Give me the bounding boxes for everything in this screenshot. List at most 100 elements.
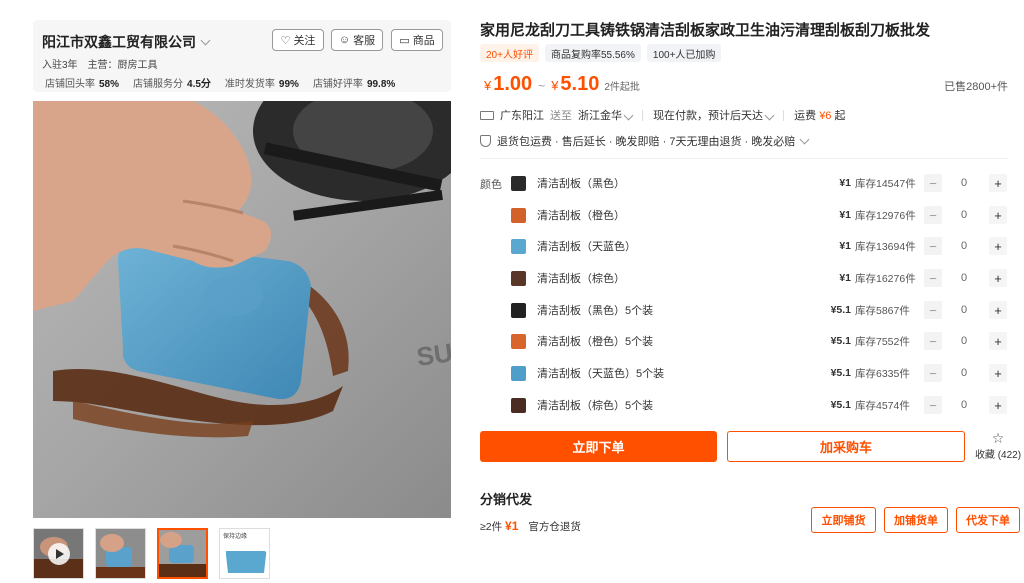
variant-swatch[interactable] bbox=[511, 207, 526, 223]
decrease-button[interactable]: − bbox=[924, 269, 942, 287]
variant-price: ¥1 bbox=[839, 272, 851, 284]
variant-swatch[interactable] bbox=[511, 175, 526, 191]
favorite-button[interactable]: ☆ 收藏 (422) bbox=[972, 431, 1024, 462]
thumbnail-2[interactable] bbox=[95, 528, 146, 579]
chat-icon: ☺ bbox=[338, 34, 351, 46]
ship-to-selector[interactable]: 浙江金华 bbox=[578, 107, 634, 123]
quantity-value[interactable]: 0 bbox=[957, 367, 971, 379]
stat-value: 99% bbox=[278, 79, 299, 90]
ship-to[interactable]: 浙江金华 bbox=[578, 110, 622, 122]
stat-positive-rate: 店铺好评率 99.8% bbox=[313, 75, 395, 90]
thumbnail-strip: 保持边缘 bbox=[33, 528, 270, 579]
quantity-value[interactable]: 0 bbox=[957, 177, 971, 189]
stat-label: 准时发货率 bbox=[224, 79, 275, 90]
variant-swatch[interactable] bbox=[511, 238, 526, 254]
list-now-button[interactable]: 立即铺货 bbox=[811, 507, 876, 533]
shop-name[interactable]: 阳江市双鑫工贸有限公司 bbox=[42, 32, 211, 52]
variant-name: 清洁刮板（天蓝色） bbox=[537, 241, 636, 253]
decrease-button[interactable]: − bbox=[924, 206, 942, 224]
thumbnail-4[interactable]: 保持边缘 bbox=[219, 528, 270, 579]
dist-min-qty: ≥2件 ¥1 bbox=[480, 519, 518, 534]
play-icon[interactable] bbox=[48, 543, 70, 565]
variant-name: 清洁刮板（黑色） bbox=[537, 178, 625, 190]
decrease-button[interactable]: − bbox=[924, 396, 942, 414]
add-to-cart-button[interactable]: 加采购车 bbox=[727, 431, 965, 462]
variant-price: ¥5.1 bbox=[830, 335, 851, 347]
stat-value: 99.8% bbox=[366, 79, 396, 90]
chevron-down-icon[interactable] bbox=[200, 35, 211, 45]
increase-button[interactable]: + bbox=[989, 301, 1007, 319]
variant-stock: 库存6335件 bbox=[855, 367, 910, 380]
products-button[interactable]: ▭ 商品 bbox=[391, 29, 443, 51]
stat-repurchase: 店铺回头率 58% bbox=[45, 75, 119, 90]
decrease-button[interactable]: − bbox=[924, 237, 942, 255]
ship-to-label: 送至 bbox=[550, 110, 572, 122]
divider bbox=[642, 109, 644, 121]
variant-price: ¥1 bbox=[839, 209, 851, 221]
quantity-value[interactable]: 0 bbox=[957, 399, 971, 411]
delivery-estimate[interactable]: 现在付款，预计后天达 bbox=[653, 107, 775, 123]
buy-now-button[interactable]: 立即下单 bbox=[480, 431, 717, 462]
follow-button[interactable]: ♡ 关注 bbox=[272, 29, 324, 51]
customer-service-button[interactable]: ☺ 客服 bbox=[331, 29, 383, 51]
quantity-value[interactable]: 0 bbox=[957, 335, 971, 347]
add-listing-button[interactable]: 加铺货单 bbox=[884, 507, 948, 533]
decrease-button[interactable]: − bbox=[924, 174, 942, 192]
quantity-value[interactable]: 0 bbox=[957, 304, 971, 316]
badge-repurchase: 商品复购率55.56% bbox=[544, 44, 641, 62]
price-min: 1.00 bbox=[493, 73, 533, 95]
increase-button[interactable]: + bbox=[989, 174, 1007, 192]
variant-row: 清洁刮板（橙色）5个装 ¥5.1 库存7552件 − 0 + bbox=[511, 329, 1009, 353]
increase-button[interactable]: + bbox=[989, 237, 1007, 255]
variant-price: ¥5.1 bbox=[830, 367, 851, 379]
divider bbox=[783, 109, 785, 121]
decrease-button[interactable]: − bbox=[924, 332, 942, 350]
variant-stock: 库存14547件 bbox=[855, 177, 916, 190]
variant-swatch[interactable] bbox=[511, 270, 526, 286]
guarantee-text[interactable]: 退货包运费 · 售后延长 · 晚发即赔 · 7天无理由退货 · 晚发必赔 bbox=[497, 133, 795, 149]
increase-button[interactable]: + bbox=[989, 269, 1007, 287]
thumbnail-3-active[interactable] bbox=[157, 528, 208, 579]
quantity-value[interactable]: 0 bbox=[957, 209, 971, 221]
favorite-count[interactable]: 收藏 (422) bbox=[972, 446, 1024, 461]
decrease-button[interactable]: − bbox=[924, 301, 942, 319]
increase-button[interactable]: + bbox=[989, 332, 1007, 350]
variant-name: 清洁刮板（黑色）5个装 bbox=[537, 305, 654, 317]
decrease-button[interactable]: − bbox=[924, 364, 942, 382]
variant-price: ¥1 bbox=[839, 240, 851, 252]
service-label: 客服 bbox=[353, 35, 376, 47]
guarantee-row[interactable]: 退货包运费 · 售后延长 · 晚发即赔 · 7天无理由退货 · 晚发必赔 bbox=[480, 133, 810, 149]
increase-button[interactable]: + bbox=[989, 206, 1007, 224]
min-order: 2件起批 bbox=[604, 82, 640, 93]
shop-meta: 入驻3年 主营：厨房工具 bbox=[42, 56, 158, 71]
increase-button[interactable]: + bbox=[989, 396, 1007, 414]
variant-swatch[interactable] bbox=[511, 302, 526, 318]
product-photo-illustration: SU bbox=[33, 101, 451, 518]
dropship-order-button[interactable]: 代发下单 bbox=[956, 507, 1020, 533]
variant-row: 清洁刮板（天蓝色） ¥1 库存13694件 − 0 + bbox=[511, 234, 1009, 258]
chevron-down-icon[interactable] bbox=[623, 110, 634, 121]
variant-stock: 库存5867件 bbox=[855, 304, 910, 317]
main-product-image[interactable]: SU bbox=[33, 101, 451, 518]
variant-row: 清洁刮板（棕色） ¥1 库存16276件 − 0 + bbox=[511, 266, 1009, 290]
stat-value: 4.5分 bbox=[187, 79, 211, 90]
chevron-down-icon[interactable] bbox=[799, 134, 810, 144]
shop-name-text[interactable]: 阳江市双鑫工贸有限公司 bbox=[42, 32, 196, 52]
chevron-down-icon[interactable] bbox=[764, 110, 775, 121]
star-icon[interactable]: ☆ bbox=[972, 431, 1024, 446]
variant-stock: 库存4574件 bbox=[855, 399, 910, 412]
thumbnail-video[interactable] bbox=[33, 528, 84, 579]
currency-symbol: ¥ bbox=[551, 78, 559, 93]
quantity-value[interactable]: 0 bbox=[957, 240, 971, 252]
shop-main-business: 主营：厨房工具 bbox=[87, 60, 158, 71]
variant-swatch[interactable] bbox=[511, 365, 526, 381]
variant-swatch[interactable] bbox=[511, 333, 526, 349]
variant-swatch[interactable] bbox=[511, 397, 526, 413]
delivery-time[interactable]: 现在付款，预计后天达 bbox=[653, 110, 763, 122]
quantity-value[interactable]: 0 bbox=[957, 272, 971, 284]
stove-brand-mark: SU bbox=[415, 337, 451, 372]
products-label: 商品 bbox=[412, 35, 435, 47]
increase-button[interactable]: + bbox=[989, 364, 1007, 382]
thumb-illustration bbox=[96, 529, 145, 578]
ship-from: 广东阳江 bbox=[500, 110, 544, 122]
